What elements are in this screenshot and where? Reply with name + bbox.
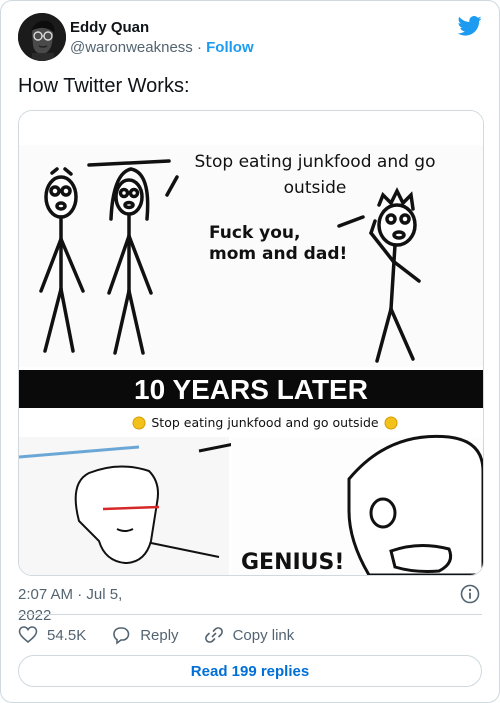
timestamp-separator: · <box>77 586 83 603</box>
meme-genius-text: GENIUS! <box>241 550 344 575</box>
meme-parent-speech-line2: outside <box>284 178 347 198</box>
tweet-timestamp[interactable]: 2:07 AM · Jul 5, 2022 <box>18 584 138 626</box>
author-info: Eddy Quan @waronweakness · Follow <box>70 18 254 58</box>
tweet-time: 2:07 AM <box>18 586 74 603</box>
tweet-header: Eddy Quan @waronweakness · Follow <box>18 13 482 63</box>
tweet-actions: 54.5K Reply Copy link <box>18 623 319 647</box>
meme-banner-text: 10 YEARS LATER <box>134 374 368 405</box>
meme-caption: Stop eating junkfood and go outside <box>151 415 379 430</box>
reply-label: Reply <box>140 626 179 644</box>
author-handle[interactable]: @waronweakness <box>70 39 193 56</box>
meta-divider <box>18 614 482 615</box>
tweet-card: Eddy Quan @waronweakness · Follow How Tw… <box>0 0 500 703</box>
like-button[interactable]: 54.5K <box>18 625 86 645</box>
author-display-name[interactable]: Eddy Quan <box>70 18 254 37</box>
author-handle-line: @waronweakness · Follow <box>70 38 254 58</box>
tweet-text: How Twitter Works: <box>18 75 190 97</box>
like-count: 54.5K <box>47 626 87 644</box>
speech-bubble-icon <box>113 627 130 645</box>
sparkle-icon <box>132 416 146 430</box>
copy-link-button[interactable]: Copy link <box>204 625 295 645</box>
avatar[interactable] <box>18 13 66 61</box>
sparkle-icon <box>384 416 398 430</box>
read-replies-button[interactable]: Read 199 replies <box>18 655 482 687</box>
copy-link-label: Copy link <box>232 626 295 644</box>
twitter-bird-icon[interactable] <box>458 15 482 37</box>
tweet-date: Jul 5, <box>86 586 123 603</box>
meme-parent-speech-line1: Stop eating junkfood and go <box>195 152 436 172</box>
link-icon <box>204 627 223 643</box>
follow-link[interactable]: Follow <box>206 39 254 56</box>
tweet-year: 2022 <box>18 607 52 624</box>
heart-icon <box>18 626 38 644</box>
avatar-image <box>18 13 66 61</box>
reply-button[interactable]: Reply <box>111 625 179 645</box>
info-icon[interactable] <box>460 584 480 604</box>
tweet-media[interactable]: Stop eating junkfood and go outside Fuck… <box>18 110 484 576</box>
meme-image: Stop eating junkfood and go outside Fuck… <box>19 111 483 575</box>
meme-kid-reply-line2: mom and dad! <box>209 244 347 264</box>
meme-kid-reply-line1: Fuck you, <box>209 223 301 243</box>
handle-separator: · <box>196 39 202 56</box>
